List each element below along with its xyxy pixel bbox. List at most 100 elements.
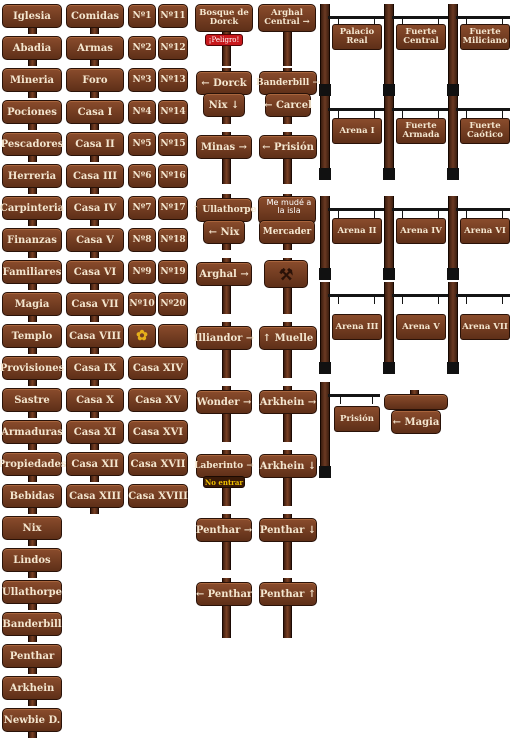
sign-col2-12: Casa X [66, 388, 124, 412]
sign-col1-12: Sastre [2, 388, 62, 412]
sign-illiandor: Illiandor → [194, 326, 254, 350]
hanging-sign-3: Arena I [332, 118, 382, 144]
sign-number-4: Nº4 [128, 100, 156, 124]
sign-number-3: Nº3 [128, 68, 156, 92]
sign-col3-house-2: Casa XVI [128, 420, 188, 444]
sign-col1-8: Familiares [2, 260, 62, 284]
hanging-sign-8: Arena VI [460, 218, 510, 244]
danger-badge: ¡Peligro! [205, 34, 243, 46]
sign-arghal: Arghal → [196, 262, 252, 286]
pole-base [319, 84, 331, 96]
hanger-chain [374, 110, 375, 118]
sign-bosque-de-dorck: Bosque de Dorck [195, 4, 253, 32]
hanging-sign-9: Arena III [332, 314, 382, 340]
hanger-bar [328, 16, 386, 19]
sign-ullathorpe: ↑ Ullathorpe [192, 198, 256, 222]
sign-col1-9: Magia [2, 292, 62, 316]
sign-col2-14: Casa XII [66, 452, 124, 476]
sign-penthar-down: Penthar ↓ [259, 518, 317, 542]
sign-col1-18: Ullathorpe [2, 580, 62, 604]
sign-col1-3: Pociones [2, 100, 62, 124]
hanger-chain [372, 396, 373, 404]
hanger-bar [328, 208, 386, 211]
sign-col3-house-3: Casa XVII [128, 452, 188, 476]
sign-number-12: Nº12 [158, 36, 188, 60]
sign-col1-17: Lindos [2, 548, 62, 572]
pole-base [383, 84, 395, 96]
sign-arkhein-right: Arkhein → [259, 390, 317, 414]
pole-base [447, 362, 459, 374]
sign-banderbill: Banderbill → [256, 71, 320, 95]
sign-col1-21: Arkhein [2, 676, 62, 700]
sign-carcel: ← Carcel [264, 93, 312, 117]
hanger-bar [328, 108, 386, 111]
sign-col1-10: Templo [2, 324, 62, 348]
hanger-chain [402, 110, 403, 118]
sign-col3-house-1: Casa XV [128, 388, 188, 412]
sign-number-13: Nº13 [158, 68, 188, 92]
hanger-chain [374, 296, 375, 304]
sign-board-blank [384, 394, 448, 410]
sign-number-18: Nº18 [158, 228, 188, 252]
pole-base [319, 466, 331, 478]
sign-number-17: Nº17 [158, 196, 188, 220]
sign-col2-6: Casa IV [66, 196, 124, 220]
sign-number-19: Nº19 [158, 260, 188, 284]
sign-number-20: Nº20 [158, 292, 188, 316]
hanging-sign-4: Fuerte Armada [396, 118, 446, 144]
sign-col1-1: Abadia [2, 36, 62, 60]
hanger-chain [438, 210, 439, 218]
sign-tools: ⚒ [264, 260, 308, 288]
sign-col2-9: Casa VII [66, 292, 124, 316]
sign-col1-16: Nix [2, 516, 62, 540]
hanger-chain [502, 296, 503, 304]
sign-arghal-central: Arghal Central → [258, 4, 316, 32]
pole-base [383, 362, 395, 374]
sign-number-7: Nº7 [128, 196, 156, 220]
sign-number-14: Nº14 [158, 100, 188, 124]
hanger-bar [392, 16, 450, 19]
sign-number-8: Nº8 [128, 228, 156, 252]
hanger-chain [466, 110, 467, 118]
paw-icon: ✿ [128, 324, 156, 348]
hanging-sign-5: Fuerte Caótico [460, 118, 510, 144]
sign-col3-house-4: Casa XVIII [128, 484, 188, 508]
hanger-chain [338, 210, 339, 218]
hanger-chain [374, 210, 375, 218]
pole-base [319, 362, 331, 374]
sign-prision: ← Prisión [259, 135, 317, 159]
pole-base [383, 168, 395, 180]
sign-penthar-left: ← Penthar [196, 582, 252, 606]
pole-base [447, 168, 459, 180]
hanger-chain [438, 296, 439, 304]
sign-col1-6: Carpinteria [0, 196, 64, 220]
sign-col1-4: Pescadores [1, 132, 63, 156]
hanging-sign-7: Arena IV [396, 218, 446, 244]
sign-wonder: Wonder → [196, 390, 252, 414]
pole-base [319, 168, 331, 180]
sign-col1-0: Iglesia [2, 4, 62, 28]
sign-number-2: Nº2 [128, 36, 156, 60]
hanging-sign-1: Fuerte Central [396, 24, 446, 50]
sign-penthar-up: Penthar ↑ [259, 582, 317, 606]
sign-col2-13: Casa XI [66, 420, 124, 444]
sign-muelle: ↑ Muelle [259, 326, 317, 350]
sign-minas: Minas → [196, 135, 252, 159]
signpost-pole [283, 30, 292, 66]
sign-col1-15: Bebidas [2, 484, 62, 508]
handwritten-note: Me mudé a la isla [266, 198, 312, 215]
sign-col2-7: Casa V [66, 228, 124, 252]
crossed-tools-icon: ⚒ [278, 264, 294, 284]
sign-nix-left: ← Nix [203, 220, 245, 244]
sign-col2-0: Comidas [66, 4, 124, 28]
sign-col1-22: Newbie D. [2, 708, 62, 732]
sign-col2-1: Armas [66, 36, 124, 60]
sign-board-blank [158, 324, 188, 348]
sign-col2-10: Casa VIII [66, 324, 124, 348]
hanger-chain [466, 296, 467, 304]
sign-dorck: ← Dorck [196, 71, 252, 95]
sign-penthar-right: Penthar → [196, 518, 252, 542]
hanging-sign-6: Arena II [332, 218, 382, 244]
pole-base [447, 268, 459, 280]
sign-col1-13: Armaduras [1, 420, 63, 444]
